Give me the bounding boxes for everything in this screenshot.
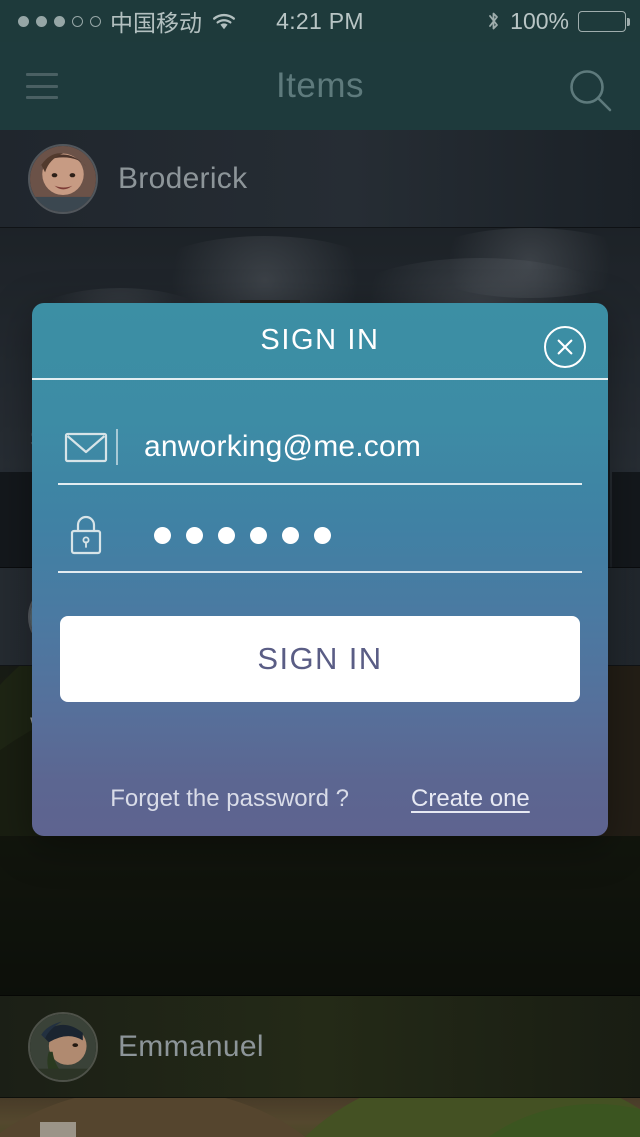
battery-percent-label: 100% bbox=[510, 7, 569, 34]
password-dot bbox=[250, 526, 267, 544]
field-separator bbox=[116, 429, 118, 465]
password-dot bbox=[154, 526, 171, 544]
password-input-value[interactable] bbox=[114, 526, 331, 544]
phone-screen: 中国移动 4:21 PM 100% Items Broderick Emmanu… bbox=[0, 0, 640, 1137]
list-item-label: Emmanuel bbox=[118, 1030, 264, 1063]
bluetooth-icon bbox=[486, 10, 501, 32]
password-field-underline bbox=[58, 571, 582, 573]
search-icon[interactable] bbox=[568, 68, 614, 114]
list-item[interactable]: Emmanuel bbox=[0, 996, 640, 1098]
password-dot bbox=[314, 526, 331, 544]
sign-in-submit-button[interactable]: SIGN IN bbox=[60, 616, 580, 702]
status-bar: 中国移动 4:21 PM 100% bbox=[0, 0, 640, 42]
email-field-underline bbox=[58, 483, 582, 485]
modal-title: SIGN IN bbox=[260, 324, 380, 356]
modal-header-divider bbox=[32, 378, 608, 380]
avatar[interactable] bbox=[28, 1012, 98, 1082]
battery-icon bbox=[578, 10, 630, 32]
password-dot bbox=[186, 526, 203, 544]
list-item-label: Broderick bbox=[118, 162, 248, 195]
close-circle-icon[interactable] bbox=[544, 326, 586, 368]
modal-footer: Forget the password ? Create one bbox=[32, 779, 608, 819]
page-title: Items bbox=[275, 66, 365, 105]
status-bar-right: 100% bbox=[486, 0, 630, 42]
password-dot bbox=[282, 526, 299, 544]
envelope-icon bbox=[58, 431, 114, 463]
post-card[interactable] bbox=[0, 1098, 640, 1137]
forgot-password-link[interactable]: Forget the password ? bbox=[110, 785, 349, 813]
photo-overlay bbox=[0, 1098, 640, 1137]
email-input-value[interactable]: anworking@me.com bbox=[120, 430, 582, 464]
avatar[interactable] bbox=[28, 144, 98, 214]
lock-icon bbox=[58, 513, 114, 557]
create-account-link[interactable]: Create one bbox=[411, 785, 530, 813]
password-dot bbox=[218, 526, 235, 544]
sign-in-modal: SIGN IN anworking@me.com SIGN IN Forget … bbox=[32, 303, 608, 836]
navigation-bar: Items bbox=[0, 42, 640, 130]
password-field-row[interactable] bbox=[58, 499, 582, 571]
email-field-row[interactable]: anworking@me.com bbox=[58, 411, 582, 483]
list-item[interactable]: Broderick bbox=[0, 130, 640, 228]
